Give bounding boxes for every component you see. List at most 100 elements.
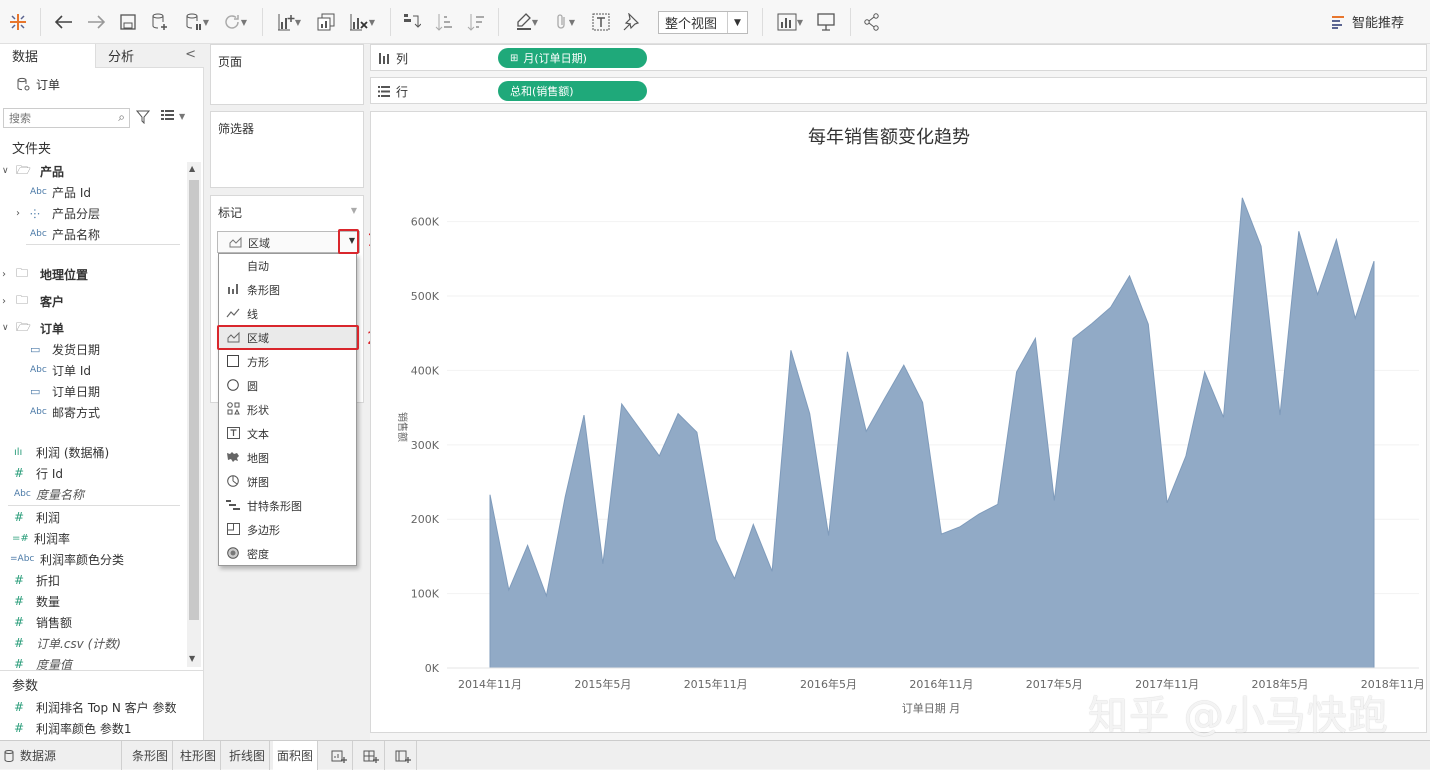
chevron-down-icon[interactable]: ▼ (727, 12, 747, 33)
chevron-right-icon[interactable]: › (2, 296, 16, 307)
smart-recommend-button[interactable]: 智能推荐 (1332, 12, 1404, 31)
new-dashboard-icon[interactable] (357, 741, 385, 770)
menu-item-gantt[interactable]: 甘特条形图 (219, 494, 356, 518)
swap-axes-icon[interactable] (400, 10, 424, 34)
folder-customer[interactable]: › 🗀 客户 (2, 291, 64, 311)
filters-card[interactable]: 筛选器 (210, 111, 364, 188)
columns-shelf[interactable]: 列 ⊞ 月(订单日期) (370, 44, 1427, 71)
pause-update-icon[interactable]: ▼ (180, 10, 214, 34)
chart-title: 每年销售额变化趋势 (808, 127, 970, 147)
collapse-pane-icon[interactable]: < (185, 47, 196, 62)
search-input[interactable] (4, 109, 109, 127)
folder-order[interactable]: ∨ 🗁 订单 (2, 318, 64, 338)
tab-sheet-bar[interactable]: 条形图 (128, 741, 174, 770)
undo-icon[interactable] (52, 10, 76, 34)
chevron-right-icon[interactable]: › (2, 269, 16, 280)
field-profit-ratio[interactable]: =# 利润率 (12, 528, 70, 548)
expand-plus-icon[interactable]: ⊞ (510, 53, 518, 64)
refresh-icon[interactable]: ▼ (218, 10, 252, 34)
new-worksheet-icon[interactable]: ▼ (272, 10, 306, 34)
field-discount[interactable]: # 折扣 (14, 570, 60, 590)
menu-item-square[interactable]: 方形 (219, 350, 356, 374)
chevron-down-icon[interactable]: ▼ (351, 206, 357, 215)
group-paperclip-icon[interactable]: ▼ (548, 10, 582, 34)
menu-item-bar[interactable]: 条形图 (219, 278, 356, 302)
field-product-hierarchy[interactable]: › ⸭ 产品分层 (16, 203, 100, 223)
label-text-icon[interactable] (590, 10, 612, 34)
area-chart[interactable]: 每年销售额变化趋势 0K 100K 200K 300K 400K 500K 600K 201… (371, 112, 1426, 732)
menu-item-shape[interactable]: 形状 (219, 398, 356, 422)
tab-analysis[interactable]: 分析 < (95, 44, 204, 68)
columns-pill[interactable]: ⊞ 月(订单日期) (498, 48, 647, 68)
field-ship-mode[interactable]: Abc 邮寄方式 (30, 402, 100, 422)
scroll-up-icon[interactable]: ▲ (189, 164, 195, 173)
filter-icon[interactable] (135, 110, 151, 127)
field-product-name[interactable]: Abc 产品名称 (30, 224, 100, 244)
field-quantity[interactable]: # 数量 (14, 591, 60, 611)
tableau-logo-icon[interactable] (6, 10, 30, 34)
chevron-right-icon[interactable]: › (16, 208, 30, 219)
sales-area-series[interactable] (489, 197, 1375, 669)
menu-item-map[interactable]: 地图 (219, 446, 356, 470)
data-pane-scrollbar[interactable]: ▲ ▼ (187, 162, 201, 667)
field-label: 数量 (36, 594, 61, 609)
tab-sheet-line[interactable]: 折线图 (225, 741, 271, 770)
menu-item-polygon[interactable]: 多边形 (219, 518, 356, 542)
menu-item-line[interactable]: 线 (219, 302, 356, 326)
tab-sheet-column[interactable]: 柱形图 (176, 741, 222, 770)
clear-sheet-icon[interactable]: ▼ (344, 10, 380, 34)
field-product-id[interactable]: Abc 产品 Id (30, 182, 91, 202)
field-row-id[interactable]: # 行 Id (14, 463, 63, 483)
presentation-icon[interactable] (814, 10, 838, 34)
folder-geography[interactable]: › 🗀 地理位置 (2, 264, 88, 284)
data-pane: 数据 分析 < 订单 ⌕ ▼ 文件夹 ∨🗁产品 Abc产品 Id ›⸭产品分层 … (0, 44, 204, 740)
param-top-n[interactable]: # 利润排名 Top N 客户 参数 (14, 697, 177, 717)
fit-view-select[interactable]: 整个视图 ▼ (658, 11, 748, 34)
columns-shelf-label: 列 (378, 50, 408, 67)
field-measure-values[interactable]: # 度量值 (14, 654, 72, 674)
share-icon[interactable] (860, 10, 884, 34)
save-icon[interactable] (116, 10, 140, 34)
tab-datasource[interactable]: 数据源 (0, 741, 122, 770)
field-profit-ratio-color[interactable]: =Abc 利润率颜色分类 (10, 549, 124, 569)
tab-data[interactable]: 数据 (0, 44, 95, 68)
datasource-item[interactable]: 订单 (16, 74, 60, 94)
field-ship-date[interactable]: ▭ 发货日期 (30, 339, 100, 359)
field-measure-names[interactable]: Abc 度量名称 (14, 484, 84, 504)
scroll-down-icon[interactable]: ▼ (189, 654, 195, 663)
sort-descending-icon[interactable] (464, 10, 488, 34)
new-story-icon[interactable] (389, 741, 417, 770)
sort-ascending-icon[interactable] (432, 10, 456, 34)
pin-icon[interactable] (620, 10, 642, 34)
menu-item-auto[interactable]: 自动 (219, 254, 356, 278)
view-options-icon[interactable]: ▼ (161, 110, 185, 122)
duplicate-sheet-icon[interactable] (314, 10, 338, 34)
view-canvas[interactable]: 每年销售额变化趋势 0K 100K 200K 300K 400K 500K 600K 201… (370, 111, 1427, 733)
field-order-date[interactable]: ▭ 订单日期 (30, 381, 100, 401)
field-profit[interactable]: # 利润 (14, 507, 60, 527)
menu-item-text[interactable]: 文本 (219, 422, 356, 446)
search-field[interactable]: ⌕ (3, 108, 130, 128)
chevron-down-icon[interactable]: ∨ (2, 323, 16, 333)
pages-card[interactable]: 页面 (210, 44, 364, 105)
field-profit-bin[interactable]: ılı 利润 (数据桶) (14, 442, 109, 462)
field-record-count[interactable]: # 订单.csv (计数) (14, 633, 121, 653)
highlight-icon[interactable]: ▼ (510, 10, 544, 34)
new-datasource-icon[interactable] (148, 10, 172, 34)
menu-item-circle[interactable]: 圆 (219, 374, 356, 398)
rows-pill[interactable]: 总和(销售额) (498, 81, 647, 101)
redo-icon[interactable] (84, 10, 108, 34)
tab-sheet-area[interactable]: 面积图 (273, 741, 319, 770)
field-sales[interactable]: # 销售额 (14, 612, 72, 632)
rows-shelf[interactable]: 行 总和(销售额) (370, 77, 1427, 104)
scroll-thumb[interactable] (189, 180, 199, 620)
param-ratio-color[interactable]: # 利润率颜色 参数1 (14, 718, 131, 738)
new-worksheet-icon[interactable] (325, 741, 353, 770)
field-label: 订单日期 (52, 384, 101, 399)
field-order-id[interactable]: Abc 订单 Id (30, 360, 91, 380)
folder-product[interactable]: ∨ 🗁 产品 (2, 161, 64, 181)
menu-item-pie[interactable]: 饼图 (219, 470, 356, 494)
menu-item-density[interactable]: 密度 (219, 542, 356, 566)
show-me-chart-icon[interactable]: ▼ (772, 10, 808, 34)
chevron-down-icon[interactable]: ∨ (2, 166, 16, 176)
